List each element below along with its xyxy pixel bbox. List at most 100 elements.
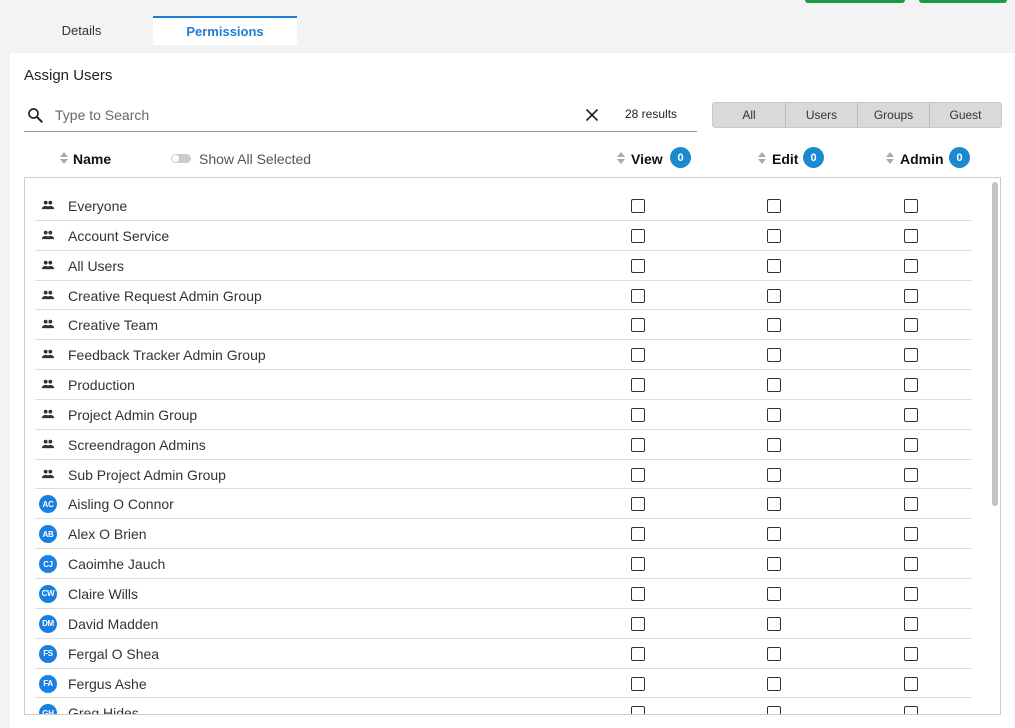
view-checkbox[interactable] bbox=[631, 467, 645, 482]
edit-checkbox[interactable] bbox=[767, 258, 781, 273]
view-checkbox[interactable] bbox=[631, 318, 645, 333]
table-row: All Users bbox=[35, 251, 972, 281]
view-checkbox[interactable] bbox=[631, 497, 645, 512]
view-checkbox[interactable] bbox=[631, 437, 645, 452]
avatar: AB bbox=[39, 525, 57, 544]
show-all-selected-toggle[interactable] bbox=[171, 154, 191, 163]
avatar: CW bbox=[39, 584, 57, 603]
admin-checkbox[interactable] bbox=[904, 228, 918, 243]
edit-checkbox[interactable] bbox=[767, 557, 781, 572]
admin-checkbox[interactable] bbox=[904, 616, 918, 631]
admin-checkbox[interactable] bbox=[904, 586, 918, 601]
view-checkbox[interactable] bbox=[631, 199, 645, 213]
search-input[interactable] bbox=[55, 107, 575, 123]
admin-checkbox[interactable] bbox=[904, 557, 918, 572]
top-action-button-2[interactable] bbox=[919, 0, 1007, 3]
edit-checkbox[interactable] bbox=[767, 616, 781, 631]
admin-checkbox[interactable] bbox=[904, 378, 918, 393]
table-row: CW Claire Wills bbox=[35, 579, 972, 609]
filter-guest-button[interactable]: Guest bbox=[929, 103, 1001, 127]
edit-checkbox[interactable] bbox=[767, 288, 781, 303]
admin-checkbox[interactable] bbox=[904, 437, 918, 452]
sort-edit-icon[interactable] bbox=[758, 152, 766, 165]
group-icon bbox=[41, 317, 55, 331]
group-icon bbox=[41, 347, 55, 361]
table-row: Feedback Tracker Admin Group bbox=[35, 340, 972, 371]
table-row: FS Fergal O Shea bbox=[35, 639, 972, 669]
edit-checkbox[interactable] bbox=[767, 318, 781, 333]
view-checkbox[interactable] bbox=[631, 407, 645, 422]
admin-checkbox[interactable] bbox=[904, 706, 918, 714]
admin-checkbox[interactable] bbox=[904, 318, 918, 333]
edit-checkbox[interactable] bbox=[767, 378, 781, 393]
column-view-header[interactable]: View bbox=[631, 151, 663, 167]
row-name: Fergal O Shea bbox=[68, 645, 160, 662]
sort-admin-icon[interactable] bbox=[886, 152, 894, 165]
admin-checkbox[interactable] bbox=[904, 676, 918, 691]
section-title: Assign Users bbox=[24, 67, 113, 84]
row-name: Sub Project Admin Group bbox=[68, 466, 226, 483]
row-name: David Madden bbox=[68, 615, 159, 632]
admin-checkbox[interactable] bbox=[904, 348, 918, 363]
edit-checkbox[interactable] bbox=[767, 586, 781, 601]
view-checkbox[interactable] bbox=[631, 706, 645, 714]
show-all-selected-label: Show All Selected bbox=[199, 151, 312, 167]
row-name: Caoimhe Jauch bbox=[68, 556, 166, 573]
admin-checkbox[interactable] bbox=[904, 288, 918, 303]
column-admin-header[interactable]: Admin bbox=[900, 151, 944, 167]
view-checkbox[interactable] bbox=[631, 616, 645, 631]
edit-checkbox[interactable] bbox=[767, 437, 781, 452]
table-row: Screendragon Admins bbox=[35, 430, 972, 460]
edit-checkbox[interactable] bbox=[767, 676, 781, 691]
scrollbar[interactable] bbox=[992, 182, 998, 506]
table-row: Sub Project Admin Group bbox=[35, 460, 972, 490]
view-checkbox[interactable] bbox=[631, 586, 645, 601]
view-checkbox[interactable] bbox=[631, 557, 645, 572]
filter-all-button[interactable]: All bbox=[713, 103, 785, 127]
edit-checkbox[interactable] bbox=[767, 407, 781, 422]
top-action-button-1[interactable] bbox=[805, 0, 905, 3]
view-checkbox[interactable] bbox=[631, 676, 645, 691]
group-icon bbox=[41, 377, 55, 391]
sort-view-icon[interactable] bbox=[617, 152, 625, 165]
assignee-list[interactable]: Everyone Account Service All Users Creative… bbox=[24, 177, 1001, 715]
edit-checkbox[interactable] bbox=[767, 646, 781, 661]
admin-checkbox[interactable] bbox=[904, 258, 918, 273]
admin-checkbox[interactable] bbox=[904, 467, 918, 482]
avatar: CJ bbox=[39, 555, 57, 574]
view-checkbox[interactable] bbox=[631, 348, 645, 363]
column-name-header[interactable]: Name bbox=[73, 151, 111, 167]
filter-users-button[interactable]: Users bbox=[785, 103, 857, 127]
admin-checkbox[interactable] bbox=[904, 497, 918, 512]
view-checkbox[interactable] bbox=[631, 258, 645, 273]
view-count-badge: 0 bbox=[670, 147, 691, 168]
edit-checkbox[interactable] bbox=[767, 467, 781, 482]
results-count: 28 results bbox=[625, 107, 678, 121]
admin-checkbox[interactable] bbox=[904, 527, 918, 542]
sort-name-icon[interactable] bbox=[60, 152, 68, 165]
edit-checkbox[interactable] bbox=[767, 199, 781, 213]
edit-checkbox[interactable] bbox=[767, 228, 781, 243]
view-checkbox[interactable] bbox=[631, 378, 645, 393]
admin-checkbox[interactable] bbox=[904, 646, 918, 661]
filter-groups-button[interactable]: Groups bbox=[857, 103, 929, 127]
row-name: Greg Hides bbox=[68, 705, 139, 715]
admin-checkbox[interactable] bbox=[904, 199, 918, 213]
admin-checkbox[interactable] bbox=[904, 407, 918, 422]
column-edit-header[interactable]: Edit bbox=[772, 151, 798, 167]
edit-count-badge: 0 bbox=[803, 147, 824, 168]
avatar: GH bbox=[39, 704, 57, 714]
close-icon[interactable] bbox=[584, 107, 600, 123]
edit-checkbox[interactable] bbox=[767, 706, 781, 714]
view-checkbox[interactable] bbox=[631, 646, 645, 661]
edit-checkbox[interactable] bbox=[767, 348, 781, 363]
view-checkbox[interactable] bbox=[631, 228, 645, 243]
row-name: Aisling O Connor bbox=[68, 496, 174, 513]
tab-permissions[interactable]: Permissions bbox=[153, 16, 297, 45]
edit-checkbox[interactable] bbox=[767, 527, 781, 542]
view-checkbox[interactable] bbox=[631, 527, 645, 542]
edit-checkbox[interactable] bbox=[767, 497, 781, 512]
view-checkbox[interactable] bbox=[631, 288, 645, 303]
avatar: FS bbox=[39, 644, 57, 663]
tab-details[interactable]: Details bbox=[10, 16, 153, 45]
